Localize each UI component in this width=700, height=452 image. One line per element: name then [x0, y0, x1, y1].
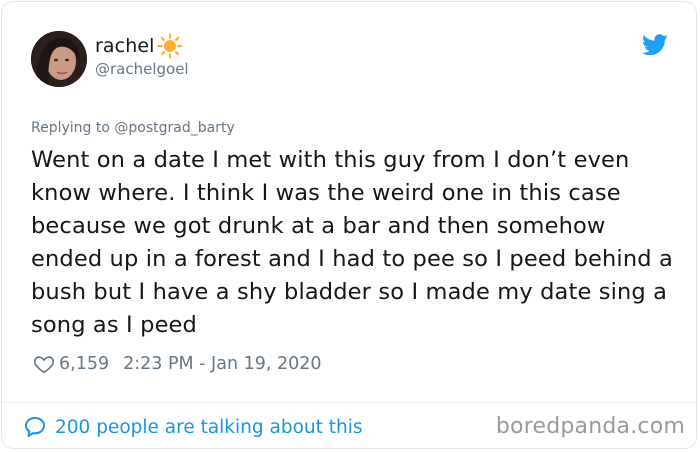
- tweet-meta: 6,159 2:23 PM - Jan 19, 2020: [33, 351, 322, 377]
- twitter-bird-icon[interactable]: [641, 34, 668, 56]
- replying-to-line: Replying to @postgrad_barty: [31, 120, 235, 136]
- tweet-text: Went on a date I met with this guy from …: [31, 147, 673, 338]
- divider: [1, 402, 697, 403]
- site-watermark: boredpanda.com: [495, 414, 685, 439]
- sun-emoji-icon: [156, 33, 183, 59]
- speech-bubble-icon: [23, 415, 47, 439]
- avatar-photo: [31, 31, 87, 87]
- like-count[interactable]: 6,159: [59, 354, 109, 374]
- avatar[interactable]: [31, 31, 87, 87]
- user-handle[interactable]: @rachelgoel: [95, 60, 189, 78]
- heart-outline-icon[interactable]: [33, 353, 55, 375]
- conversation-link[interactable]: 200 people are talking about this: [23, 413, 363, 441]
- display-name[interactable]: rachel: [95, 35, 155, 57]
- conversation-count-label[interactable]: 200 people are talking about this: [55, 417, 363, 438]
- author-name-row[interactable]: rachel: [95, 33, 183, 59]
- replying-to-mention[interactable]: @postgrad_barty: [114, 120, 234, 136]
- replying-prefix: Replying to: [31, 120, 110, 136]
- tweet-timestamp[interactable]: 2:23 PM - Jan 19, 2020: [123, 354, 321, 374]
